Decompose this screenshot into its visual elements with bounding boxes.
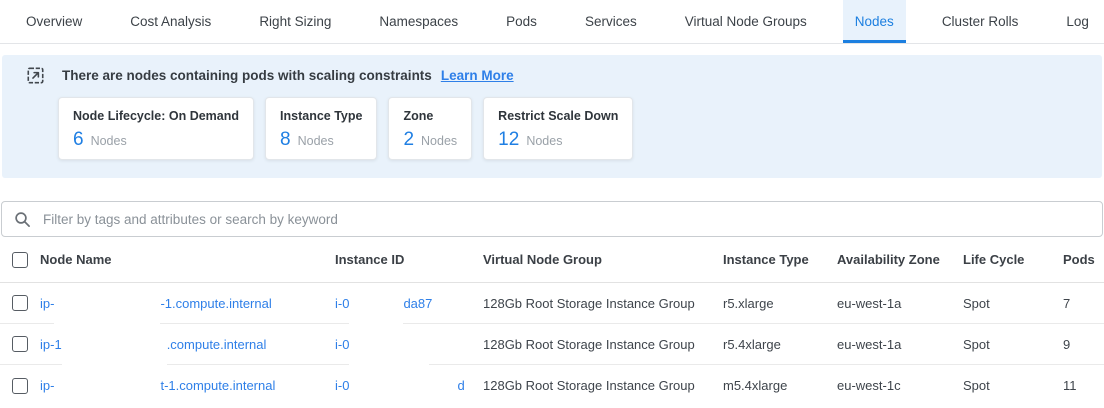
node-name-link[interactable]: .compute.internal <box>167 337 267 352</box>
col-instance-id: Instance ID <box>335 252 483 267</box>
constraint-cards: Node Lifecycle: On Demand 6 Nodes Instan… <box>58 97 1102 160</box>
nodes-table: Node Name Instance ID Virtual Node Group… <box>0 237 1104 406</box>
table-header-row: Node Name Instance ID Virtual Node Group… <box>0 237 1104 283</box>
redaction-block <box>54 298 160 308</box>
col-pods: Pods <box>1063 252 1104 267</box>
tab-services[interactable]: Services <box>573 0 649 43</box>
life-cycle-cell: Spot <box>963 337 1063 352</box>
virtual-node-group-cell: 128Gb Root Storage Instance Group <box>483 378 723 393</box>
learn-more-link[interactable]: Learn More <box>441 68 514 83</box>
table-row: ip-t-1.compute.internal i-0 d 128Gb Root … <box>0 365 1104 406</box>
availability-zone-cell: eu-west-1a <box>837 337 963 352</box>
table-row: ip-1 .compute.internal i-0 128Gb Root Sto… <box>0 324 1104 365</box>
col-instance-type: Instance Type <box>723 252 837 267</box>
instance-type-cell: r5.xlarge <box>723 296 837 311</box>
filter-input[interactable] <box>41 211 1090 228</box>
row-checkbox[interactable] <box>12 378 28 394</box>
card-instance-type[interactable]: Instance Type 8 Nodes <box>265 97 377 160</box>
col-availability-zone: Availability Zone <box>837 252 963 267</box>
select-all-checkbox[interactable] <box>12 252 28 268</box>
tab-pods[interactable]: Pods <box>494 0 549 43</box>
node-name-link[interactable]: t-1.compute.internal <box>160 378 275 393</box>
card-zone[interactable]: Zone 2 Nodes <box>388 97 472 160</box>
card-unit: Nodes <box>298 134 334 148</box>
banner-message: There are nodes containing pods with sca… <box>62 68 432 83</box>
pods-cell: 9 <box>1063 337 1104 352</box>
card-title: Node Lifecycle: On Demand <box>73 109 239 123</box>
life-cycle-cell: Spot <box>963 378 1063 393</box>
card-unit: Nodes <box>91 134 127 148</box>
col-life-cycle: Life Cycle <box>963 252 1063 267</box>
instance-id-link[interactable]: da87 <box>403 296 432 311</box>
filter-bar <box>1 201 1103 237</box>
life-cycle-cell: Spot <box>963 296 1063 311</box>
virtual-node-group-cell: 128Gb Root Storage Instance Group <box>483 296 723 311</box>
card-count: 8 <box>280 129 291 151</box>
instance-type-cell: r5.4xlarge <box>723 337 837 352</box>
tab-overview[interactable]: Overview <box>14 0 94 43</box>
card-node-lifecycle[interactable]: Node Lifecycle: On Demand 6 Nodes <box>58 97 254 160</box>
redaction-block <box>349 339 429 349</box>
redaction-block <box>349 298 403 308</box>
card-count: 6 <box>73 129 84 151</box>
instance-id-link[interactable]: i-0 <box>335 296 349 311</box>
instance-id-link[interactable]: i-0 <box>335 378 349 393</box>
tab-right-sizing[interactable]: Right Sizing <box>247 0 343 43</box>
tab-namespaces[interactable]: Namespaces <box>367 0 470 43</box>
table-row: ip- -1.compute.internal i-0 da87 128Gb Roo… <box>0 283 1104 324</box>
col-virtual-node-group: Virtual Node Group <box>483 252 723 267</box>
node-name-link[interactable]: -1.compute.internal <box>160 296 271 311</box>
card-count: 12 <box>498 129 519 151</box>
tab-cluster-rolls[interactable]: Cluster Rolls <box>930 0 1031 43</box>
card-title: Restrict Scale Down <box>498 109 618 123</box>
redaction-block <box>54 380 160 390</box>
banner-header: There are nodes containing pods with sca… <box>2 65 1102 85</box>
scaling-constraints-banner: There are nodes containing pods with sca… <box>2 55 1102 178</box>
tab-bar: Overview Cost Analysis Right Sizing Name… <box>0 0 1104 44</box>
tab-nodes[interactable]: Nodes <box>843 0 906 43</box>
card-unit: Nodes <box>421 134 457 148</box>
tab-log[interactable]: Log <box>1054 0 1101 43</box>
card-count: 2 <box>403 129 414 151</box>
row-checkbox[interactable] <box>12 295 28 311</box>
instance-id-link[interactable]: d <box>457 378 464 393</box>
card-title: Instance Type <box>280 109 362 123</box>
card-title: Zone <box>403 109 457 123</box>
redaction-block <box>349 380 457 390</box>
availability-zone-cell: eu-west-1a <box>837 296 963 311</box>
node-name-link[interactable]: ip-1 <box>40 337 62 352</box>
redaction-block <box>62 339 167 349</box>
col-node-name: Node Name <box>40 252 335 267</box>
tab-virtual-node-groups[interactable]: Virtual Node Groups <box>673 0 819 43</box>
tab-cost-analysis[interactable]: Cost Analysis <box>118 0 223 43</box>
card-unit: Nodes <box>526 134 562 148</box>
node-name-link[interactable]: ip- <box>40 378 54 393</box>
search-icon <box>14 211 31 228</box>
instance-id-link[interactable]: i-0 <box>335 337 349 352</box>
card-restrict-scale-down[interactable]: Restrict Scale Down 12 Nodes <box>483 97 633 160</box>
availability-zone-cell: eu-west-1c <box>837 378 963 393</box>
row-checkbox[interactable] <box>12 336 28 352</box>
scale-constraint-icon <box>27 67 44 84</box>
virtual-node-group-cell: 128Gb Root Storage Instance Group <box>483 337 723 352</box>
node-name-link[interactable]: ip- <box>40 296 54 311</box>
pods-cell: 7 <box>1063 296 1104 311</box>
instance-type-cell: m5.4xlarge <box>723 378 837 393</box>
pods-cell: 11 <box>1063 378 1104 393</box>
